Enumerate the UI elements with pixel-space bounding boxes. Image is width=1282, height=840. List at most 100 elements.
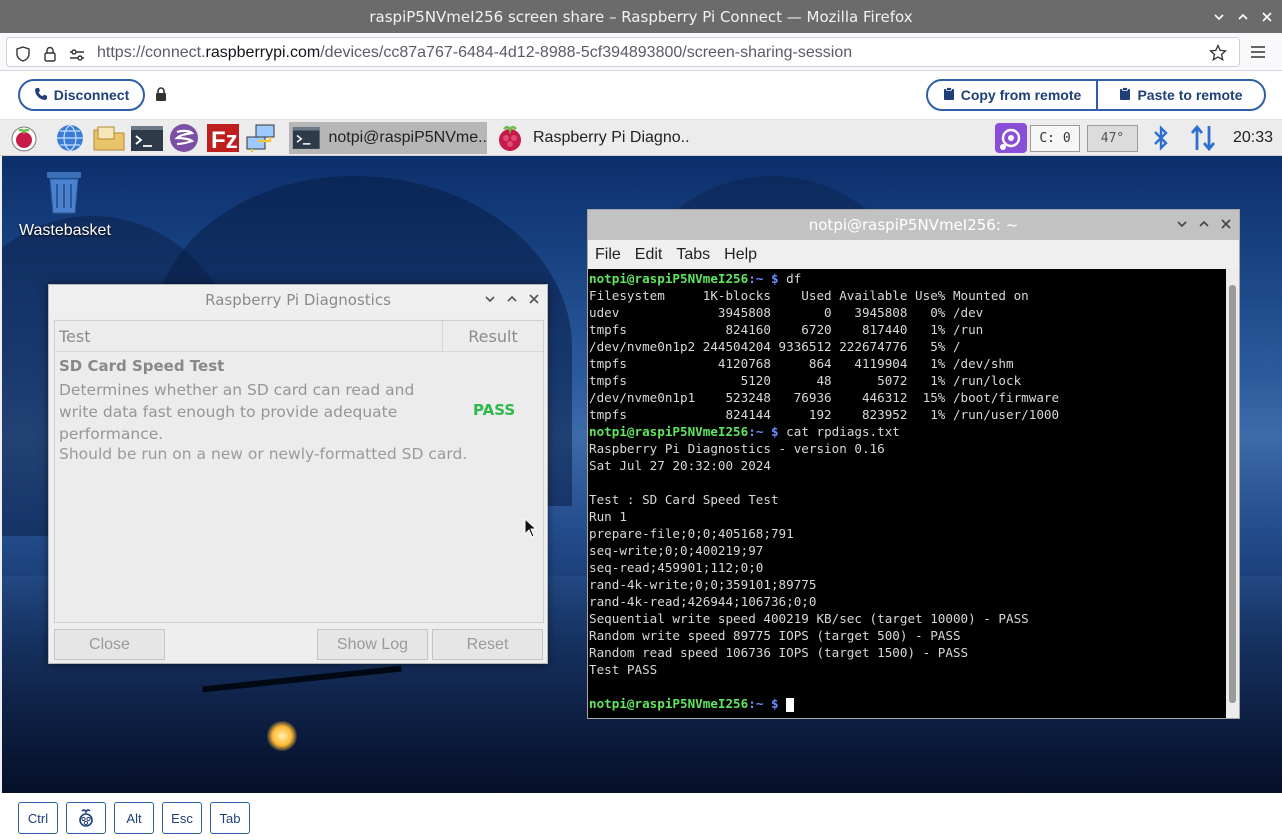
lock-icon[interactable] [43, 46, 57, 66]
browser-window-title: raspiP5NVmeI256 screen share – Raspberry… [369, 7, 913, 26]
prompt-symbol: $ [763, 424, 787, 439]
terminal-window: notpi@raspiP5NVmeI256: ~ File Edit Tabs … [587, 209, 1240, 719]
raspberry-menu-icon[interactable] [8, 123, 40, 153]
terminal-line: rand-4k-read;426944;106736;0;0 [589, 594, 817, 609]
minimize-icon[interactable] [1212, 10, 1226, 24]
close-icon[interactable] [527, 292, 541, 306]
maximize-icon[interactable] [1197, 217, 1211, 231]
permissions-icon[interactable] [69, 47, 85, 66]
paste-to-remote-button[interactable]: Paste to remote [1096, 79, 1266, 111]
terminal-line: Random write speed 89775 IOPS (target 50… [589, 628, 961, 643]
alt-key-button[interactable]: Alt [114, 802, 154, 834]
svg-text:Fz: Fz [211, 127, 238, 153]
terminal-line: Run 1 [589, 509, 627, 524]
taskbar-task-label: Raspberry Pi Diagno.. [533, 129, 690, 146]
test-list[interactable]: Test Result SD Card Speed Test Determine… [54, 320, 544, 623]
menu-help[interactable]: Help [717, 246, 764, 264]
url-prefix: https://connect. [97, 44, 206, 61]
url-field[interactable]: https://connect.raspberrypi.com/devices/… [6, 37, 1240, 67]
prompt-user: notpi@raspiP5NVmeI256 [589, 424, 749, 439]
wastebasket-desktop-icon[interactable]: Wastebasket [19, 170, 111, 240]
terminal-scrollbar[interactable] [1226, 269, 1239, 718]
reset-button[interactable]: Reset [432, 629, 543, 660]
close-icon[interactable] [1260, 10, 1274, 24]
menu-file[interactable]: File [588, 246, 628, 264]
disconnect-label: Disconnect [53, 87, 130, 103]
bookmark-star-icon[interactable] [1208, 43, 1228, 66]
temperature-monitor[interactable]: 47° [1087, 125, 1138, 152]
maximize-icon[interactable] [1236, 10, 1250, 24]
terminal-line: /dev/nvme0n1p1 523248 76936 446312 15% /… [589, 390, 1060, 405]
menu-tabs[interactable]: Tabs [669, 246, 717, 264]
terminal-launcher-icon[interactable] [130, 123, 164, 153]
maximize-icon[interactable] [505, 292, 519, 306]
paste-to-remote-label: Paste to remote [1137, 87, 1243, 103]
terminal-line: Test PASS [589, 662, 658, 677]
column-header-test[interactable]: Test [55, 320, 443, 352]
special-keys-bar: Ctrl Alt Esc Tab [0, 793, 1282, 840]
folder-icon[interactable] [92, 123, 126, 153]
tab-key-button[interactable]: Tab [210, 802, 250, 834]
test-list-header: Test Result [55, 320, 543, 352]
disconnect-button[interactable]: Disconnect [18, 79, 145, 111]
prompt-path: :~ [748, 424, 764, 439]
connect-toolbar: Disconnect Copy from remote Paste to rem… [0, 71, 1282, 120]
raspberry-key-button[interactable] [66, 802, 106, 834]
shield-icon[interactable] [15, 46, 31, 66]
network-tool-icon[interactable] [244, 123, 278, 153]
url-text[interactable]: https://connect.raspberrypi.com/devices/… [97, 44, 852, 62]
lock-icon [155, 87, 167, 106]
close-icon[interactable] [1219, 217, 1233, 231]
hamburger-menu-icon[interactable] [1250, 44, 1266, 63]
test-result: PASS [473, 401, 516, 419]
test-note: Should be run on a new or newly-formatte… [59, 445, 468, 463]
terminal-line: tmpfs 4120768 864 4119904 1% /dev/shm [589, 356, 1014, 371]
wastebasket-label: Wastebasket [19, 222, 111, 239]
cpu-monitor[interactable]: C: 0 [1030, 125, 1080, 152]
scrollbar-thumb[interactable] [1229, 285, 1236, 703]
minimize-icon[interactable] [483, 292, 497, 306]
copy-from-remote-label: Copy from remote [960, 87, 1082, 103]
temperature-label: 47° [1100, 131, 1125, 146]
diagnostics-title: Raspberry Pi Diagnostics [205, 291, 391, 309]
menu-edit[interactable]: Edit [628, 246, 670, 264]
terminal-prompt-line: notpi@raspiP5NVmeI256:~ $ df [589, 270, 1227, 287]
close-button[interactable]: Close [54, 629, 165, 660]
terminal-prompt-line: notpi@raspiP5NVmeI256:~ $ cat rpdiags.tx… [589, 423, 1227, 440]
terminal-menu-bar: File Edit Tabs Help [588, 240, 1239, 269]
terminal-title-bar[interactable]: notpi@raspiP5NVmeI256: ~ [588, 210, 1239, 240]
taskbar-task-diagnostics[interactable]: Raspberry Pi Diagno.. [492, 122, 702, 154]
browser-title-bar: raspiP5NVmeI256 screen share – Raspberry… [0, 0, 1282, 33]
minimize-icon[interactable] [1175, 217, 1189, 231]
web-browser-icon[interactable] [54, 123, 86, 153]
esc-key-button[interactable]: Esc [162, 802, 202, 834]
ctrl-key-button[interactable]: Ctrl [18, 802, 58, 834]
terminal-line: Sat Jul 27 20:32:00 2024 [589, 458, 771, 473]
terminal-line: Random read speed 106736 IOPS (target 15… [589, 645, 969, 660]
network-transfer-icon[interactable] [1188, 123, 1218, 153]
prompt-command: cat rpdiags.txt [786, 424, 900, 439]
terminal-line: rand-4k-write;0;0;359101;89775 [589, 577, 817, 592]
copy-from-remote-button[interactable]: Copy from remote [926, 79, 1098, 111]
column-header-result[interactable]: Result [443, 327, 543, 346]
taskbar-task-terminal[interactable]: notpi@raspiP5NVme.. [289, 122, 487, 154]
emacs-icon[interactable] [168, 123, 200, 153]
diagnostics-title-bar[interactable]: Raspberry Pi Diagnostics [49, 285, 547, 315]
test-name: SD Card Speed Test [59, 357, 225, 375]
taskbar-task-label: notpi@raspiP5NVme.. [328, 129, 487, 146]
filezilla-icon[interactable]: Fz [206, 123, 240, 153]
phone-hangup-icon [34, 87, 48, 104]
prompt-path: :~ [748, 696, 764, 711]
bluetooth-icon[interactable] [1150, 123, 1172, 153]
wastebasket-icon [47, 172, 81, 214]
show-log-button[interactable]: Show Log [317, 629, 428, 660]
clipboard-icon [1119, 86, 1131, 104]
clock[interactable]: 20:33 [1233, 123, 1273, 153]
terminal-line: seq-write;0;0;400219;97 [589, 543, 764, 558]
terminal-output[interactable]: notpi@raspiP5NVmeI256:~ $ df Filesystem … [588, 269, 1227, 718]
sync-icon[interactable] [994, 123, 1028, 153]
terminal-line: udev 3945808 0 3945808 0% /dev [589, 305, 984, 320]
terminal-line: Raspberry Pi Diagnostics - version 0.16 [589, 441, 885, 456]
